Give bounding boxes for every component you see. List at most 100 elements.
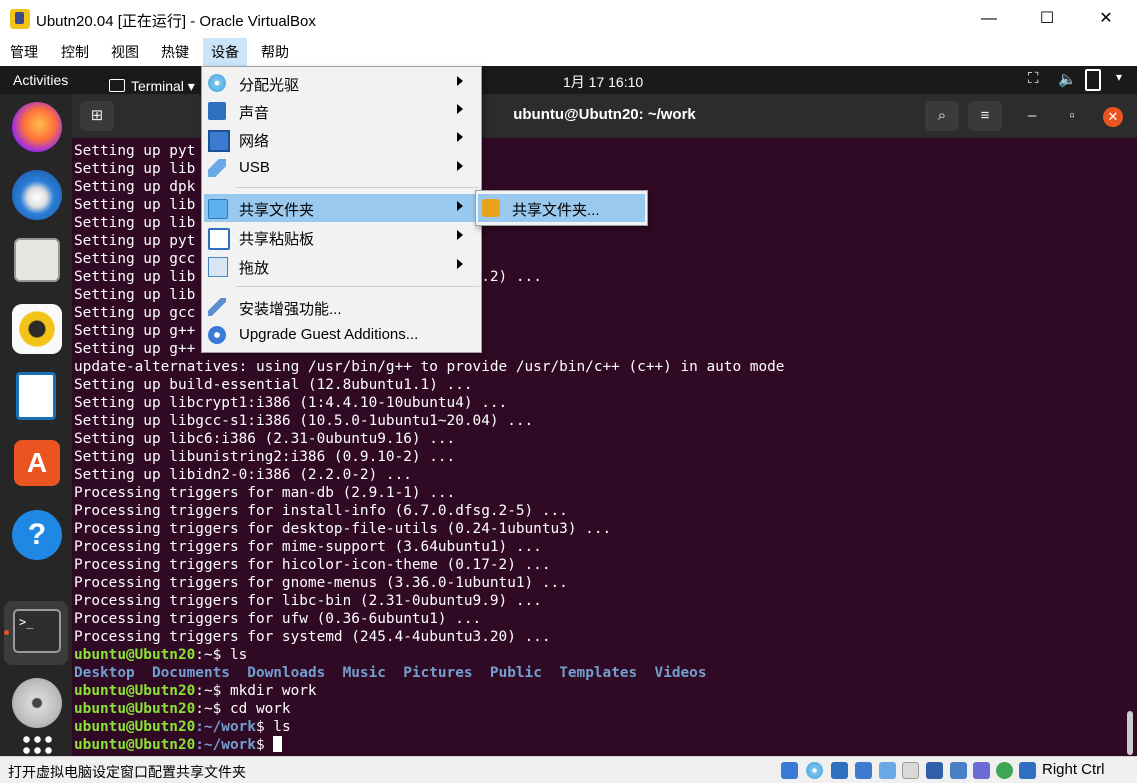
system-menu-chevron-icon[interactable]: ▾: [1116, 70, 1122, 84]
command-line: ubuntu@Ubutn20:~$ mkdir work: [74, 682, 784, 700]
menu-help[interactable]: 帮助: [253, 38, 297, 66]
menu-item-network[interactable]: 网络: [204, 125, 479, 153]
host-key-label[interactable]: Right Ctrl: [1042, 761, 1105, 778]
ubuntu-software-icon[interactable]: A: [14, 440, 60, 486]
hamburger-menu-icon[interactable]: ≡: [968, 101, 1002, 131]
minimize-button[interactable]: —: [960, 0, 1018, 38]
terminal-app-menu[interactable]: Terminal ▾: [109, 72, 195, 94]
usb-status-icon[interactable]: [879, 762, 896, 779]
terminal-maximize-icon[interactable]: ▫: [1055, 101, 1089, 131]
menu-item-label: 共享文件夹...: [512, 202, 600, 219]
keyboard-capture-icon[interactable]: [1019, 762, 1036, 779]
menu-separator: [236, 187, 479, 188]
directory-entry: Documents: [151, 665, 230, 681]
network-status-icon[interactable]: [855, 762, 872, 779]
submenu-arrow-icon: [457, 104, 463, 114]
shared-folders-submenu: 共享文件夹...: [475, 190, 648, 226]
menu-item-shared-folders[interactable]: 共享文件夹: [204, 194, 479, 222]
terminal-line-text: Setting up libunistring2:i386 (0.9.10-2)…: [74, 449, 456, 465]
files-icon[interactable]: [14, 238, 60, 282]
prompt-symbol: $: [255, 719, 274, 735]
submenu-arrow-icon: [457, 230, 463, 240]
menu-devices[interactable]: 设备: [203, 38, 247, 66]
terminal-line: Processing triggers for hicolor-icon-the…: [74, 556, 784, 574]
volume-icon[interactable]: 🔈: [1058, 70, 1077, 88]
command-line: ubuntu@Ubutn20:~/work$: [74, 736, 784, 754]
network-icon[interactable]: ⛶: [1028, 70, 1039, 87]
directory-entry: Desktop: [74, 665, 135, 681]
prompt-path: :~/work: [195, 737, 256, 753]
recording-status-icon[interactable]: [950, 762, 967, 779]
optical-drive-status-icon[interactable]: [806, 762, 823, 779]
activities-button[interactable]: Activities: [13, 72, 68, 88]
mouse-integration-icon[interactable]: [996, 762, 1013, 779]
menu-item-install-guest-additions[interactable]: 安装增强功能...: [204, 293, 479, 321]
menu-item-shared-folder-settings[interactable]: 共享文件夹...: [478, 194, 645, 222]
terminal-app-label: Terminal ▾: [131, 78, 195, 94]
terminal-line-text: Setting up lib: [74, 287, 196, 303]
maximize-button[interactable]: ☐: [1018, 0, 1076, 38]
audio-status-icon[interactable]: [831, 762, 848, 779]
search-icon[interactable]: ⌕: [925, 101, 959, 131]
terminal-line: Setting up libc6:i386 (2.31-0ubuntu9.16)…: [74, 430, 784, 448]
shared-folders-status-icon[interactable]: [902, 762, 919, 779]
directory-entry: Templates: [559, 665, 638, 681]
terminal-line-text: Processing triggers for libc-bin (2.31-0…: [74, 593, 542, 609]
battery-icon[interactable]: [1085, 69, 1101, 91]
ls-output-line: Desktop Documents Downloads Music Pictur…: [74, 664, 784, 682]
menubar: 管理 控制 视图 热键 设备 帮助: [0, 38, 1137, 66]
clock[interactable]: 1月 17 16:10: [563, 72, 643, 92]
menu-item-label: Upgrade Guest Additions...: [239, 326, 419, 343]
menu-item-shared-clipboard[interactable]: 共享粘贴板: [204, 223, 479, 251]
terminal-scrollbar[interactable]: [1127, 711, 1133, 755]
help-icon[interactable]: ?: [12, 510, 62, 560]
menu-manage[interactable]: 管理: [2, 38, 46, 66]
menu-item-usb[interactable]: USB: [204, 154, 479, 182]
virtualbox-logo-icon: [10, 9, 30, 29]
terminal-line: Processing triggers for mime-support (3.…: [74, 538, 784, 556]
rhythmbox-icon[interactable]: [12, 304, 62, 354]
submenu-arrow-icon: [457, 161, 463, 171]
show-applications-icon[interactable]: [21, 734, 53, 756]
prompt-symbol: :~$: [195, 647, 230, 663]
menu-item-drag-and-drop[interactable]: 拖放: [204, 252, 479, 280]
menu-control[interactable]: 控制: [53, 38, 97, 66]
firefox-icon[interactable]: [12, 102, 62, 152]
submenu-arrow-icon: [457, 259, 463, 269]
terminal-line-text: Setting up lib: [74, 161, 196, 177]
prompt-symbol: :~$: [195, 683, 230, 699]
terminal-line: Processing triggers for install-info (6.…: [74, 502, 784, 520]
close-button[interactable]: ✕: [1077, 0, 1135, 38]
menu-item-label: 网络: [239, 133, 270, 150]
terminal-close-icon[interactable]: ✕: [1103, 107, 1123, 127]
thunderbird-icon[interactable]: [12, 170, 62, 220]
terminal-icon[interactable]: >_: [13, 609, 61, 653]
display-status-icon[interactable]: [926, 762, 943, 779]
terminal-minimize-icon[interactable]: –: [1015, 101, 1049, 131]
command-text: ls: [273, 719, 291, 735]
terminal-line: Setting up libunistring2:i386 (0.9.10-2)…: [74, 448, 784, 466]
window-title: Ubutn20.04 [正在运行] - Oracle VirtualBox: [36, 13, 316, 30]
terminal-cursor: [273, 736, 283, 752]
menu-item-label: 拖放: [239, 260, 270, 277]
guest-display[interactable]: Activities Terminal ▾ 1月 17 16:10 ⛶ 🔈 ▾ …: [0, 66, 1137, 756]
menu-item-upgrade-guest-additions[interactable]: Upgrade Guest Additions...: [204, 321, 479, 349]
optical-disc-icon: [208, 74, 226, 92]
menu-hotkeys[interactable]: 热键: [153, 38, 197, 66]
prompt-symbol: $: [255, 737, 274, 753]
menu-view[interactable]: 视图: [103, 38, 147, 66]
menu-item-label: 共享文件夹: [239, 202, 315, 219]
hard-disk-icon[interactable]: [781, 762, 798, 779]
optical-disc-icon[interactable]: [12, 678, 62, 728]
directory-entry: Videos: [654, 665, 707, 681]
menu-item-audio[interactable]: 声音: [204, 97, 479, 125]
terminal-line-text: Setting up libgcc-s1:i386 (10.5.0-1ubunt…: [74, 413, 534, 429]
terminal-line: Setting up libgcc-s1:i386 (10.5.0-1ubunt…: [74, 412, 784, 430]
cpu-status-icon[interactable]: [973, 762, 990, 779]
terminal-line-text: Setting up build-essential (12.8ubuntu1.…: [74, 377, 473, 393]
menu-item-optical-drives[interactable]: 分配光驱: [204, 69, 479, 97]
audio-icon: [208, 102, 226, 120]
libreoffice-writer-icon[interactable]: [16, 372, 56, 420]
